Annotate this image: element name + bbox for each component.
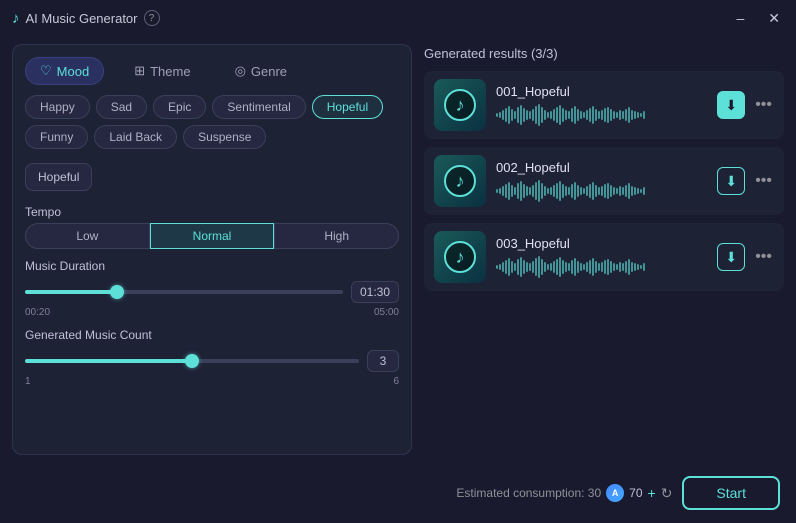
- minimize-button[interactable]: –: [732, 8, 748, 28]
- start-button[interactable]: Start: [682, 476, 780, 510]
- duration-labels: 00:20 05:00: [25, 307, 399, 318]
- music-info-3: 003_Hopeful: [496, 236, 707, 279]
- music-info-2: 002_Hopeful: [496, 160, 707, 203]
- count-slider[interactable]: [25, 359, 359, 363]
- music-thumb-2: ♪: [434, 155, 486, 207]
- selected-mood-display: Hopeful: [25, 163, 92, 191]
- music-duration-label: Music Duration: [25, 259, 399, 273]
- mood-sentimental[interactable]: Sentimental: [212, 95, 305, 119]
- music-note-icon-2: ♪: [456, 171, 465, 192]
- more-button-2[interactable]: •••: [753, 170, 774, 192]
- mood-sad[interactable]: Sad: [96, 95, 147, 119]
- genre-tab-icon: ◎: [235, 63, 246, 79]
- music-note-icon-1: ♪: [456, 95, 465, 116]
- download-button-3[interactable]: ⬇: [717, 243, 745, 271]
- tempo-low[interactable]: Low: [25, 223, 150, 249]
- tempo-high[interactable]: High: [274, 223, 399, 249]
- count-min: 1: [25, 376, 31, 387]
- music-duration-section: Music Duration 01:30 00:20 05:00: [25, 259, 399, 318]
- tempo-section: Tempo Low Normal High: [25, 205, 399, 249]
- theme-tab-icon: ⊞: [134, 63, 145, 79]
- mood-grid: Happy Sad Epic Sentimental Hopeful Funny…: [25, 95, 399, 149]
- tempo-normal[interactable]: Normal: [150, 223, 275, 249]
- help-icon[interactable]: ?: [144, 10, 160, 26]
- tab-bar: ♡ Mood ⊞ Theme ◎ Genre: [25, 57, 399, 85]
- tab-theme[interactable]: ⊞ Theme: [120, 58, 204, 84]
- more-button-1[interactable]: •••: [753, 94, 774, 116]
- mood-hopeful[interactable]: Hopeful: [312, 95, 383, 119]
- theme-tab-label: Theme: [150, 64, 190, 79]
- music-card-2: ♪ 002_Hopeful ⬇ •••: [424, 147, 784, 215]
- mood-epic[interactable]: Epic: [153, 95, 206, 119]
- tab-mood[interactable]: ♡ Mood: [25, 57, 104, 85]
- music-actions-2: ⬇ •••: [717, 167, 774, 195]
- waveform-2: [496, 179, 707, 203]
- app-icon: ♪: [12, 10, 20, 27]
- music-title-1: 001_Hopeful: [496, 84, 707, 99]
- mood-happy[interactable]: Happy: [25, 95, 90, 119]
- music-thumb-1: ♪: [434, 79, 486, 131]
- title-bar-controls: – ✕: [732, 8, 784, 29]
- count-slider-row: 3: [25, 350, 399, 372]
- right-panel: Generated results (3/3) ♪ 001_Hopeful ⬇ …: [424, 44, 784, 455]
- count-labels: 1 6: [25, 376, 399, 387]
- main-container: ♡ Mood ⊞ Theme ◎ Genre Happy Sad Epic Se…: [0, 36, 796, 463]
- tab-genre[interactable]: ◎ Genre: [221, 58, 301, 84]
- duration-slider[interactable]: [25, 290, 343, 294]
- genre-tab-label: Genre: [251, 64, 287, 79]
- download-button-2[interactable]: ⬇: [717, 167, 745, 195]
- waveform-1: [496, 103, 707, 127]
- close-button[interactable]: ✕: [764, 8, 784, 29]
- consumption-label: Estimated consumption: 30: [456, 486, 601, 500]
- add-coins-button[interactable]: +: [648, 485, 656, 501]
- consumption-area: Estimated consumption: 30 A 70 + ↻: [456, 484, 672, 502]
- music-note-icon-3: ♪: [456, 247, 465, 268]
- music-actions-3: ⬇ •••: [717, 243, 774, 271]
- coin-icon: A: [606, 484, 624, 502]
- app-title: AI Music Generator: [26, 11, 138, 26]
- download-button-1[interactable]: ⬇: [717, 91, 745, 119]
- mood-tab-icon: ♡: [40, 63, 52, 79]
- music-title-3: 003_Hopeful: [496, 236, 707, 251]
- mood-laid-back[interactable]: Laid Back: [94, 125, 177, 149]
- music-card-1: ♪ 001_Hopeful ⬇ •••: [424, 71, 784, 139]
- music-thumb-3: ♪: [434, 231, 486, 283]
- title-bar-left: ♪ AI Music Generator ?: [12, 10, 160, 27]
- results-header: Generated results (3/3): [424, 44, 784, 63]
- music-title-2: 002_Hopeful: [496, 160, 707, 175]
- music-actions-1: ⬇ •••: [717, 91, 774, 119]
- count-current: 3: [367, 350, 399, 372]
- waveform-3: [496, 255, 707, 279]
- mood-funny[interactable]: Funny: [25, 125, 88, 149]
- duration-max: 05:00: [374, 307, 399, 318]
- music-info-1: 001_Hopeful: [496, 84, 707, 127]
- music-count-section: Generated Music Count 3 1 6: [25, 328, 399, 387]
- duration-current: 01:30: [351, 281, 399, 303]
- mood-suspense[interactable]: Suspense: [183, 125, 266, 149]
- more-button-3[interactable]: •••: [753, 246, 774, 268]
- duration-min: 00:20: [25, 307, 50, 318]
- count-max: 6: [393, 376, 399, 387]
- bottom-bar: Estimated consumption: 30 A 70 + ↻ Start: [0, 463, 796, 523]
- coins-count: 70: [629, 486, 642, 500]
- refresh-button[interactable]: ↻: [661, 485, 673, 502]
- tempo-group: Low Normal High: [25, 223, 399, 249]
- music-card-3: ♪ 003_Hopeful ⬇ •••: [424, 223, 784, 291]
- left-panel: ♡ Mood ⊞ Theme ◎ Genre Happy Sad Epic Se…: [12, 44, 412, 455]
- duration-slider-row: 01:30: [25, 281, 399, 303]
- tempo-label: Tempo: [25, 205, 399, 219]
- music-count-label: Generated Music Count: [25, 328, 399, 342]
- mood-tab-label: Mood: [57, 64, 90, 79]
- title-bar: ♪ AI Music Generator ? – ✕: [0, 0, 796, 36]
